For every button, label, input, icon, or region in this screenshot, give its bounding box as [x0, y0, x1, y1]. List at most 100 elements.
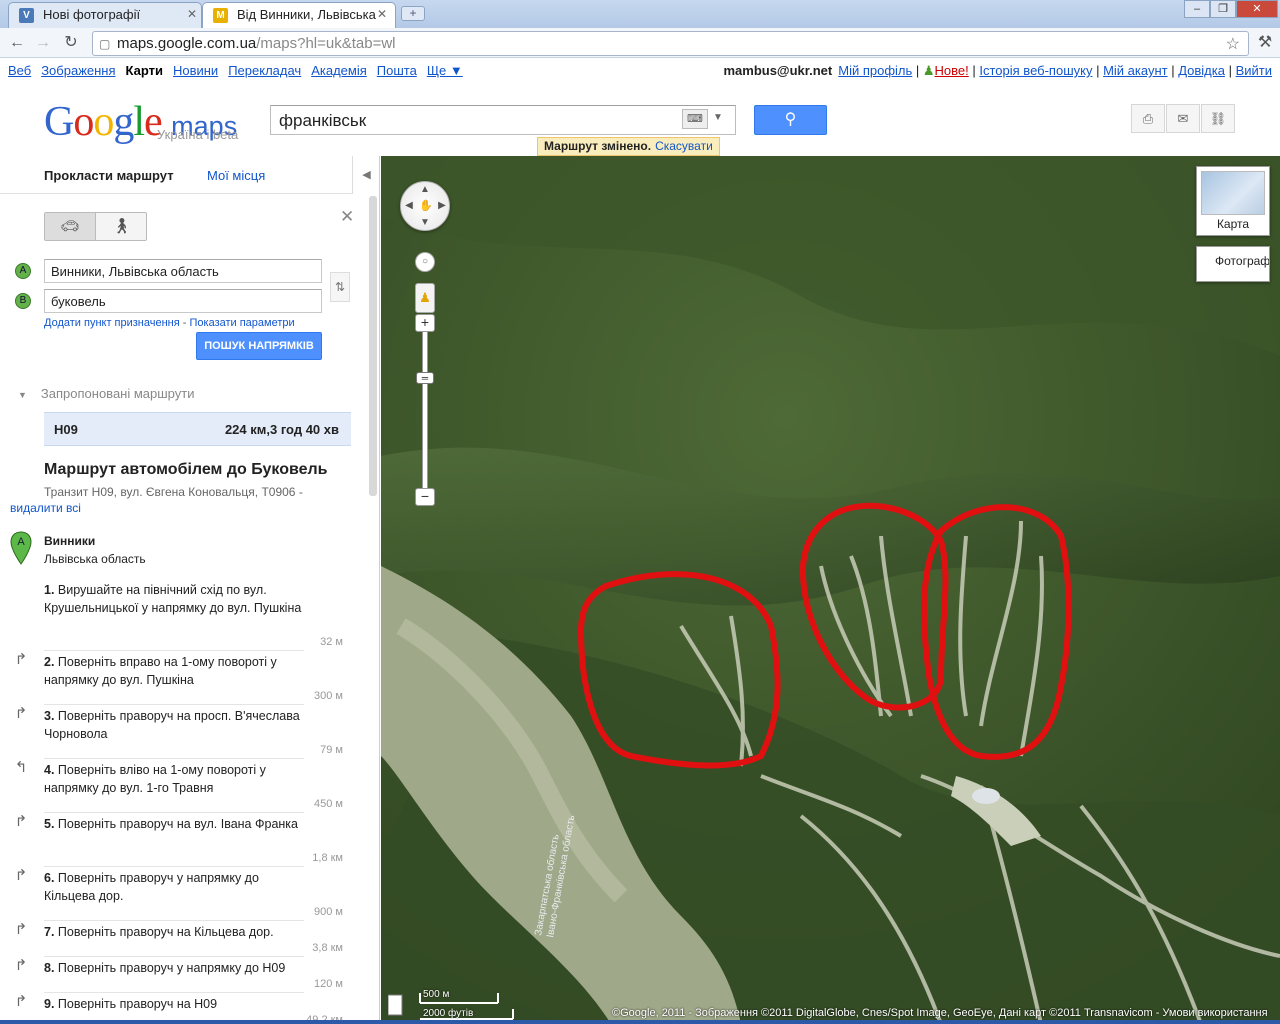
gbar-link[interactable]: Пошта	[377, 63, 417, 78]
new-tab-button[interactable]: +	[401, 6, 425, 21]
tab-maps[interactable]: M Від Винники, Львівська ✕	[202, 2, 396, 28]
chevron-down-icon[interactable]: ▼	[713, 112, 723, 123]
close-window-button[interactable]: ✕	[1236, 0, 1278, 18]
gbar-link[interactable]: Зображення	[41, 63, 115, 78]
star-icon[interactable]: ☆	[1226, 34, 1240, 54]
satellite-imagery[interactable]: Закарпатська область Івано-Франківська о…	[381, 156, 1280, 1024]
route-step[interactable]: 3. Поверніть праворуч на просп. В'ячесла…	[44, 707, 306, 743]
pan-left-icon[interactable]: ◀	[403, 200, 415, 212]
search-icon: ⚲	[784, 111, 797, 128]
tab-title: Від Винники, Львівська	[237, 7, 376, 22]
collapse-panel-icon[interactable]: ◀	[352, 156, 379, 194]
search-button[interactable]: ⚲	[754, 105, 827, 135]
minimize-button[interactable]: –	[1184, 0, 1210, 18]
add-destination-link[interactable]: Додати пункт призначення	[44, 317, 180, 329]
zoom-in-button[interactable]: +	[415, 314, 435, 332]
destination-input[interactable]: буковель	[44, 289, 322, 313]
hand-icon[interactable]: ✋	[419, 200, 433, 212]
delete-all-link[interactable]: видалити всі	[10, 501, 81, 515]
gbar-link[interactable]: Перекладач	[228, 63, 301, 78]
route-step[interactable]: 6. Поверніть праворуч у напрямку до Кіль…	[44, 869, 306, 905]
step-text: Вирушайте на північний схід по вул. Круш…	[44, 583, 302, 615]
url-path: /maps?hl=uk&tab=wl	[256, 35, 396, 52]
zoom-slider-handle[interactable]: ═	[416, 372, 434, 384]
gbar-link[interactable]: Довідка	[1178, 63, 1225, 78]
triangle-down-icon: ▼	[18, 390, 27, 400]
scale-imperial: 2000 футів	[423, 1008, 474, 1019]
gbar-link[interactable]: Академія	[311, 63, 367, 78]
route-step[interactable]: 4. Поверніть вліво на 1-ому повороті у н…	[44, 761, 306, 797]
pan-down-icon[interactable]: ▼	[419, 217, 431, 229]
address-bar[interactable]: ▢ maps.google.com.ua/maps?hl=uk&tab=wl ☆	[92, 31, 1249, 56]
tab-directions[interactable]: Прокласти маршрут	[44, 168, 174, 183]
separator: |	[912, 63, 923, 78]
route-step[interactable]: 8. Поверніть праворуч у напрямку до Н09	[44, 959, 306, 977]
swap-icon[interactable]: ⇅	[330, 272, 350, 302]
photos-button[interactable]: Фотограф	[1196, 246, 1270, 282]
email-button[interactable]: ✉	[1166, 104, 1200, 133]
forward-icon[interactable]: →	[32, 32, 54, 54]
step-distance: 900 м	[314, 906, 343, 918]
step-text: Поверніть праворуч на Кільцева дор.	[57, 925, 274, 939]
back-icon[interactable]: ←	[6, 32, 28, 54]
gbar-link[interactable]: Мій профіль	[838, 63, 912, 78]
route-step[interactable]: 2. Поверніть вправо на 1-ому повороті у …	[44, 653, 306, 689]
wrench-icon[interactable]: ⚒	[1254, 32, 1276, 54]
reload-icon[interactable]: ↻	[60, 32, 82, 54]
gbar-link[interactable]: Ще ▼	[427, 63, 463, 78]
close-tab-icon[interactable]: ✕	[377, 7, 387, 21]
get-directions-button[interactable]: ПОШУК НАПРЯМКІВ	[196, 332, 322, 360]
start-name: Винники	[44, 534, 96, 548]
panel-scrollbar[interactable]	[369, 196, 377, 496]
close-tab-icon[interactable]: ✕	[187, 7, 197, 21]
svg-text:A: A	[17, 536, 25, 548]
gbar-link[interactable]: Нове!	[935, 63, 969, 78]
map-type-label: Карта	[1216, 217, 1250, 231]
car-icon[interactable]: 🚗︎	[45, 213, 96, 240]
turn-right-icon: ↱	[14, 921, 28, 938]
keyboard-icon[interactable]: ⌨	[682, 109, 708, 129]
route-step[interactable]: 1. Вирушайте на північний схід по вул. К…	[44, 581, 306, 617]
zoom-out-button[interactable]: −	[415, 488, 435, 506]
suggested-route-row[interactable]: Н09 224 км,3 год 40 хв	[44, 412, 351, 446]
tab-photos[interactable]: V Нові фотографії ✕	[8, 2, 202, 28]
pan-control[interactable]: ▲ ▼ ◀ ▶ ✋	[400, 181, 450, 231]
suggested-routes-header[interactable]: ▼ Запропоновані маршрути	[18, 386, 194, 401]
origin-input[interactable]: Винники, Львівська область	[44, 259, 322, 283]
walk-icon[interactable]: 🚶︎	[96, 213, 147, 240]
separator: |	[968, 63, 980, 78]
gbar-link[interactable]: Веб	[8, 63, 31, 78]
gbar-link[interactable]: Вийти	[1236, 63, 1272, 78]
gbar-link[interactable]: Історія веб-пошуку	[979, 63, 1092, 78]
gbar-link[interactable]: Карти	[126, 63, 163, 78]
undo-link[interactable]: Скасувати	[655, 139, 713, 153]
start-location: Винники Львівська область	[44, 532, 146, 568]
pan-up-icon[interactable]: ▲	[419, 184, 431, 196]
print-icon: ⎙	[1142, 111, 1154, 126]
logo-subtitle: Україна і beta	[157, 127, 239, 142]
satellite-map[interactable]: Закарпатська область Івано-Франківська о…	[381, 156, 1280, 1024]
gbar-link[interactable]: Новини	[173, 63, 218, 78]
photos-label: Фотограф	[1215, 254, 1270, 268]
map-type-button[interactable]: Карта	[1196, 166, 1270, 236]
route-step[interactable]: 7. Поверніть праворуч на Кільцева дор.	[44, 923, 306, 941]
zoom-track[interactable]	[422, 330, 428, 502]
pan-right-icon[interactable]: ▶	[436, 200, 448, 212]
pegman-icon[interactable]: ♟	[415, 283, 435, 313]
link-button[interactable]: ⛓	[1201, 104, 1235, 133]
gbar-link[interactable]: Мій акаунт	[1103, 63, 1168, 78]
show-options-link[interactable]: Показати параметри	[190, 317, 295, 329]
transit-info: Транзит Н09, вул. Євгена Коновальця, Т09…	[10, 484, 350, 516]
browser-toolbar: ← → ↻ ▢ maps.google.com.ua/maps?hl=uk&ta…	[0, 28, 1280, 58]
route-step[interactable]: 9. Поверніть праворуч на Н09	[44, 995, 306, 1013]
reset-view-icon[interactable]: ○	[415, 252, 435, 272]
step-distance: 450 м	[314, 798, 343, 810]
map-copyright: ©Google, 2011 - Зображення ©2011 Digital…	[612, 1007, 1268, 1019]
print-button[interactable]: ⎙	[1131, 104, 1165, 133]
route-step[interactable]: 5. Поверніть праворуч на вул. Івана Фран…	[44, 815, 306, 833]
maximize-button[interactable]: ❐	[1210, 0, 1236, 18]
search-input[interactable]: франківськ	[270, 105, 736, 135]
step-distance: 32 м	[320, 636, 343, 648]
close-icon[interactable]: ✕	[340, 207, 354, 227]
tab-my-places[interactable]: Мої місця	[207, 168, 265, 183]
